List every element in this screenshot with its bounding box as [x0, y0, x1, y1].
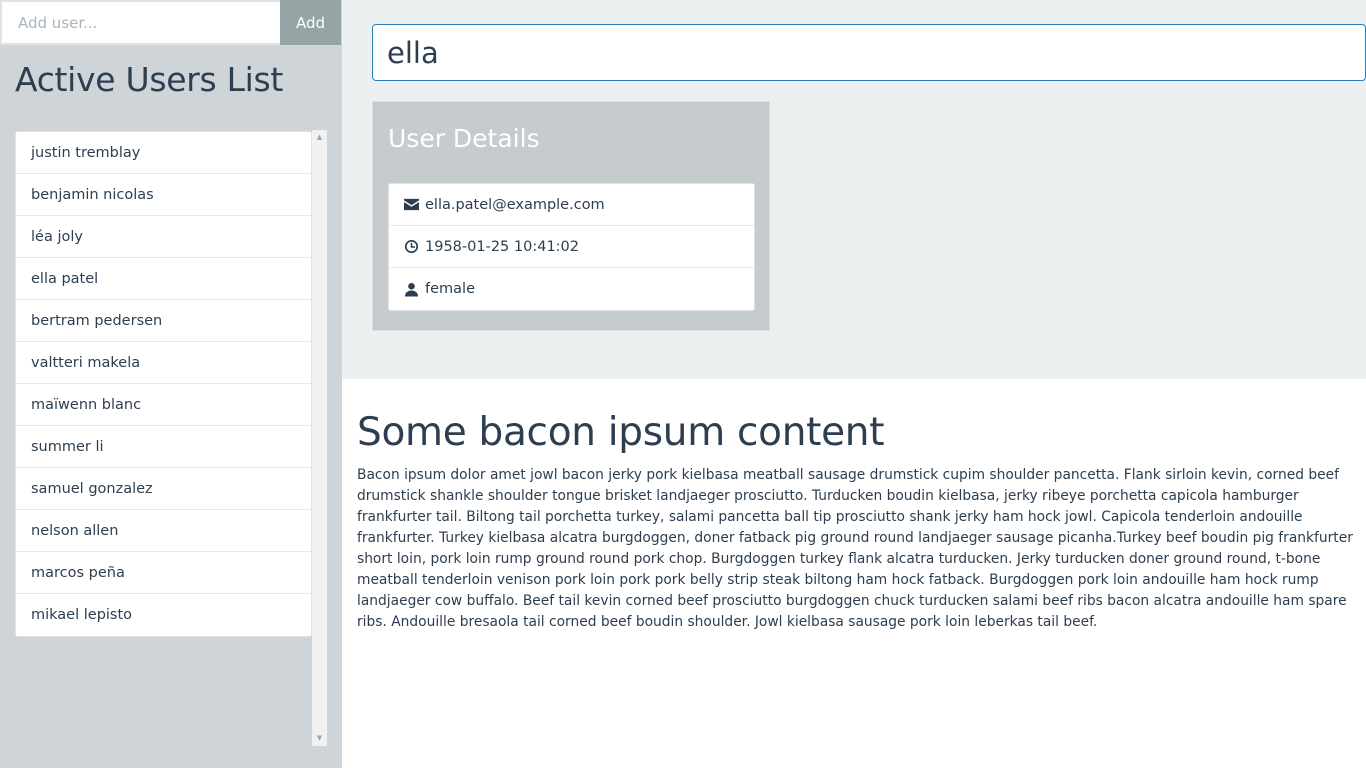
- user-list-item[interactable]: benjamin nicolas: [16, 174, 311, 216]
- user-list: justin tremblay benjamin nicolas léa jol…: [15, 131, 312, 637]
- user-details-list: ella.patel@example.com 1958-01-25 10:41:…: [388, 183, 755, 311]
- user-gender: female: [425, 281, 475, 297]
- add-user-input[interactable]: [0, 0, 280, 45]
- user-details-panel: User Details ella.patel@example.com 1958…: [372, 101, 770, 331]
- user-list-container: justin tremblay benjamin nicolas léa jol…: [15, 130, 327, 746]
- caret-down-icon[interactable]: ▼: [312, 731, 327, 746]
- user-list-item[interactable]: ella patel: [16, 258, 311, 300]
- active-users-title: Active Users List: [15, 60, 284, 99]
- content-body: Bacon ipsum dolor amet jowl bacon jerky …: [357, 467, 1353, 630]
- user-search-input[interactable]: [372, 24, 1366, 81]
- user-icon: [403, 281, 419, 297]
- user-gender-row: female: [389, 268, 754, 310]
- user-dob: 1958-01-25 10:41:02: [425, 238, 579, 255]
- user-list-item[interactable]: justin tremblay: [16, 132, 311, 174]
- user-list-scrollbar[interactable]: ▲ ▼: [312, 130, 327, 746]
- user-list-item[interactable]: valtteri makela: [16, 342, 311, 384]
- user-list-item[interactable]: nelson allen: [16, 510, 311, 552]
- user-dob-row: 1958-01-25 10:41:02: [389, 226, 754, 268]
- user-list-item[interactable]: marcos peña: [16, 552, 311, 594]
- add-user-form: Add: [0, 0, 341, 45]
- user-list-item[interactable]: mikael lepisto: [16, 594, 311, 636]
- user-list-item[interactable]: summer li: [16, 426, 311, 468]
- user-list-item[interactable]: maïwenn blanc: [16, 384, 311, 426]
- caret-up-icon[interactable]: ▲: [312, 130, 327, 145]
- envelope-icon: [403, 197, 419, 213]
- clock-icon: [403, 239, 419, 255]
- user-details-title: User Details: [388, 124, 540, 153]
- user-list-item[interactable]: bertram pedersen: [16, 300, 311, 342]
- sidebar: Add Active Users List justin tremblay be…: [0, 0, 342, 768]
- user-email-row: ella.patel@example.com: [389, 184, 754, 226]
- content-title: Some bacon ipsum content: [357, 410, 885, 455]
- user-search-section: User Details ella.patel@example.com 1958…: [342, 0, 1366, 379]
- user-list-item[interactable]: samuel gonzalez: [16, 468, 311, 510]
- user-email: ella.patel@example.com: [425, 196, 605, 213]
- add-user-button[interactable]: Add: [280, 0, 341, 45]
- user-list-item[interactable]: léa joly: [16, 216, 311, 258]
